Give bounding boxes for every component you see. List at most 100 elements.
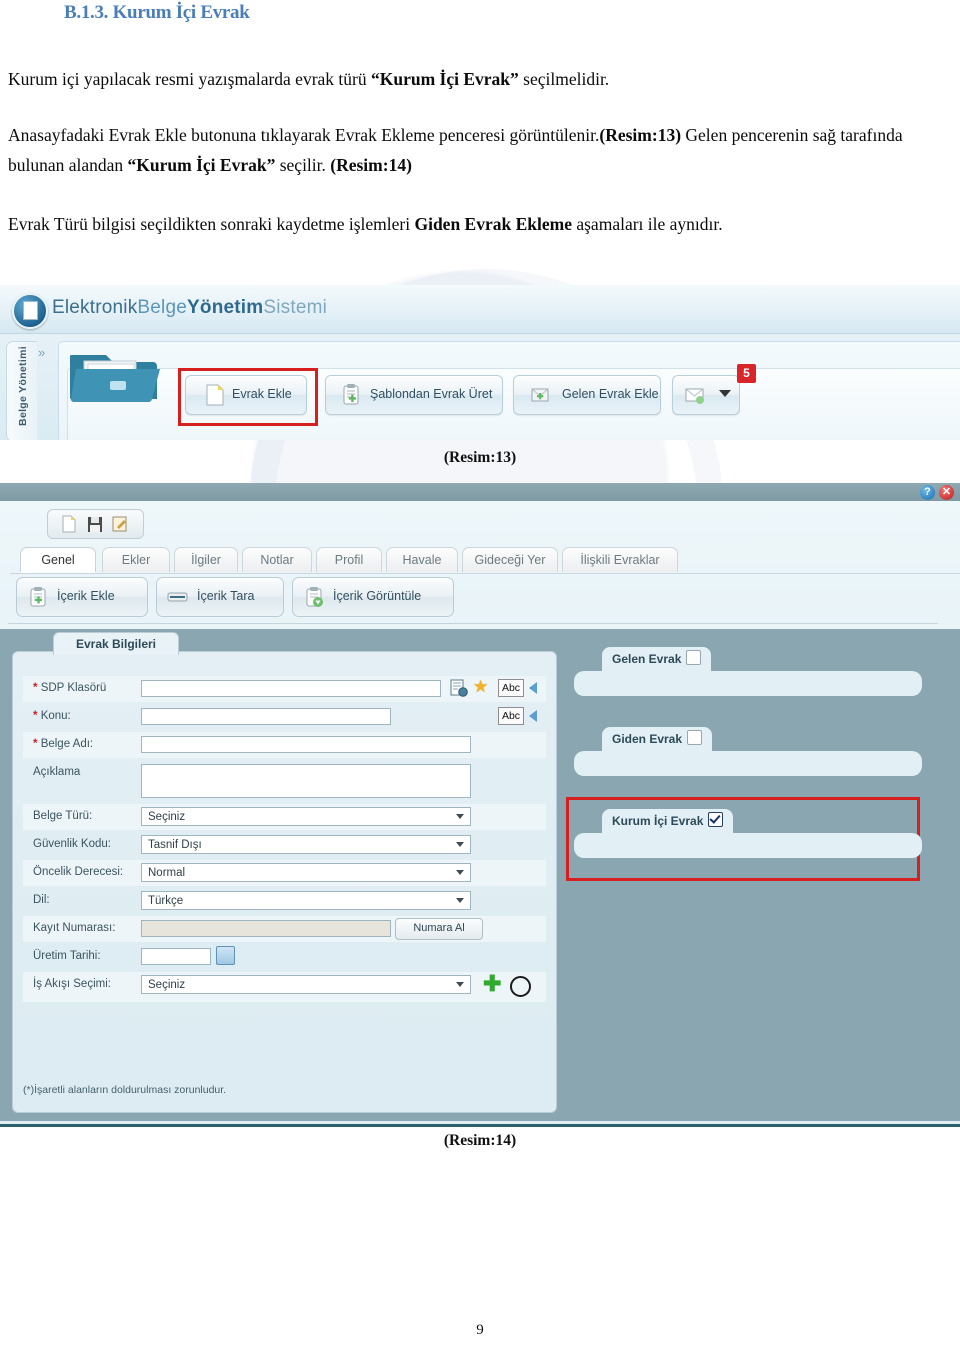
giden-evrak-checkbox[interactable]: [687, 730, 703, 745]
konu-input[interactable]: [141, 708, 391, 725]
aciklama-textarea[interactable]: [141, 764, 471, 798]
belge-turu-select[interactable]: Seçiniz: [141, 807, 471, 826]
p1-text-c: seçilmelidir.: [518, 69, 610, 89]
chevron-down-icon: [456, 982, 464, 987]
sidebar-tab-belge-yonetimi[interactable]: Belge Yönetimi: [6, 341, 37, 440]
belge-adi-input[interactable]: [141, 736, 471, 753]
sablondan-evrak-uret-button[interactable]: Şablondan Evrak Üret: [325, 375, 503, 415]
sdp-klasoru-label-text: SDP Klasörü: [40, 682, 107, 694]
sablondan-evrak-uret-label: Şablondan Evrak Üret: [370, 387, 493, 401]
caption-resim13: (Resim:13): [443, 449, 517, 466]
dil-value: Türkçe: [148, 895, 184, 907]
p1-text-b: “Kurum İçi Evrak”: [370, 69, 519, 89]
is-akisi-secimi-select[interactable]: Seçiniz: [141, 975, 471, 994]
paragraph-2: Anasayfadaki Evrak Ekle butonuna tıklaya…: [8, 120, 950, 180]
save-floppy-icon[interactable]: [87, 516, 103, 533]
toolbar-divider: [8, 623, 938, 624]
paragraph-3: Evrak Türü bilgisi seçildikten sonraki k…: [8, 209, 950, 239]
konu-label: * Konu:: [33, 710, 71, 722]
oncelik-derecesi-select[interactable]: Normal: [141, 863, 471, 882]
gelen-evrak-label: Gelen Evrak: [612, 652, 682, 666]
gelen-evrak-body: [574, 671, 922, 696]
konu-expand-icon[interactable]: [529, 710, 537, 722]
field-row-aciklama: Açıklama: [23, 760, 546, 800]
kurum-ici-evrak-header[interactable]: Kurum İçi Evrak: [602, 809, 734, 833]
chevron-down-icon: [456, 870, 464, 875]
caret-down-icon[interactable]: [719, 390, 731, 397]
giden-evrak-header[interactable]: Giden Evrak: [602, 727, 713, 751]
alarm-clock-icon[interactable]: [510, 976, 531, 997]
evrak-bilgileri-tab[interactable]: Evrak Bilgileri: [53, 632, 179, 655]
folder-illustration-icon: [70, 355, 160, 403]
sdp-abc-button[interactable]: Abc: [498, 679, 524, 697]
giden-evrak-label: Giden Evrak: [612, 732, 683, 746]
kurum-ici-evrak-checkbox[interactable]: [708, 812, 724, 827]
clipboard-view-icon: [306, 587, 323, 607]
dil-select[interactable]: Türkçe: [141, 891, 471, 910]
app-title-part2: Belge: [137, 297, 188, 318]
scanner-icon: [167, 592, 188, 602]
icerik-tara-label: İçerik Tara: [197, 589, 255, 603]
page-title: B.1.3. Kurum İçi Evrak: [64, 2, 250, 23]
screenshot-resim14: ? ✕ Genel Ekler İlgiler Notlar Profil Ha…: [0, 483, 960, 1127]
tab-profil[interactable]: Profil: [316, 547, 382, 572]
sdp-lookup-icon[interactable]: [450, 679, 468, 697]
p2-text-a: Anasayfadaki Evrak Ekle butonuna tıklaya…: [8, 125, 600, 145]
sidebar-tab-label: Belge Yönetimi: [17, 346, 29, 426]
dialog-window: Genel Ekler İlgiler Notlar Profil Havale…: [0, 501, 960, 1121]
icerik-goruntule-button[interactable]: İçerik Görüntüle: [292, 577, 454, 617]
p3-text-a: Evrak Türü bilgisi seçildikten sonraki k…: [8, 214, 415, 234]
tab-ilgiler[interactable]: İlgiler: [174, 547, 238, 572]
incoming-envelope-icon: [531, 388, 549, 402]
is-akisi-secimi-value: Seçiniz: [148, 979, 186, 991]
gelen-evrak-ekle-button[interactable]: Gelen Evrak Ekle: [513, 375, 661, 415]
tab-iliskili-evraklar[interactable]: İlişkili Evraklar: [562, 547, 678, 572]
close-icon[interactable]: ✕: [939, 485, 954, 500]
aciklama-label: Açıklama: [33, 766, 81, 778]
tab-gidecegi-yer[interactable]: Gideceği Yer: [462, 547, 558, 572]
is-akisi-secimi-label: İş Akışı Seçimi:: [33, 978, 111, 990]
dialog-titlebar: ? ✕: [0, 483, 960, 501]
tab-notlar[interactable]: Notlar: [242, 547, 312, 572]
chevron-down-icon: [456, 842, 464, 847]
field-row-oncelik-derecesi: Öncelik Derecesi: Normal: [23, 860, 546, 886]
konu-label-text: Konu:: [40, 710, 71, 722]
tab-genel[interactable]: Genel: [20, 547, 96, 572]
icerik-ekle-label: İçerik Ekle: [57, 589, 115, 603]
belge-adi-label-text: Belge Adı:: [40, 738, 94, 750]
belge-turu-label: Belge Türü:: [33, 810, 93, 822]
gelen-evrak-ekle-label: Gelen Evrak Ekle: [562, 387, 659, 401]
kayit-numarasi-input: [141, 920, 391, 937]
document-logo-icon: [12, 293, 48, 329]
app-title-part1: Elektronik: [52, 297, 138, 318]
gelen-evrak-header[interactable]: Gelen Evrak: [602, 647, 712, 671]
guvenlik-kodu-select[interactable]: Tasnif Dışı: [141, 835, 471, 854]
icerik-goruntule-label: İçerik Görüntüle: [333, 589, 422, 603]
mini-toolbar: [47, 509, 144, 539]
icerik-ekle-button[interactable]: İçerik Ekle: [16, 577, 148, 617]
sdp-expand-icon[interactable]: [529, 682, 537, 694]
help-icon[interactable]: ?: [920, 485, 935, 500]
sdp-klasoru-input[interactable]: [141, 680, 441, 697]
mail-dropdown-button[interactable]: [672, 375, 740, 415]
uretim-tarihi-label: Üretim Tarihi:: [33, 950, 101, 962]
evrak-turu-panel: Gelen Evrak Giden Evrak Kurum İçi Evrak: [566, 637, 932, 1107]
mail-add-icon: [685, 388, 704, 404]
favorite-star-icon[interactable]: ★: [473, 678, 488, 695]
tab-ekler[interactable]: Ekler: [102, 547, 170, 572]
required-marker: *: [33, 682, 38, 694]
calendar-icon[interactable]: [216, 946, 235, 965]
belge-adi-label: * Belge Adı:: [33, 738, 93, 750]
uretim-tarihi-input[interactable]: [141, 948, 211, 965]
dil-label: Dil:: [33, 894, 50, 906]
konu-abc-button[interactable]: Abc: [498, 707, 524, 725]
gelen-evrak-checkbox[interactable]: [686, 650, 702, 665]
required-marker: *: [33, 710, 38, 722]
edit-pencil-icon[interactable]: [112, 516, 129, 533]
add-plus-icon[interactable]: ✚: [483, 973, 501, 995]
expand-sidebar-icon[interactable]: »: [38, 345, 45, 360]
icerik-tara-button[interactable]: İçerik Tara: [156, 577, 284, 617]
tab-havale[interactable]: Havale: [386, 547, 458, 572]
new-document-icon[interactable]: [62, 515, 76, 533]
numara-al-button[interactable]: Numara Al: [395, 918, 483, 940]
